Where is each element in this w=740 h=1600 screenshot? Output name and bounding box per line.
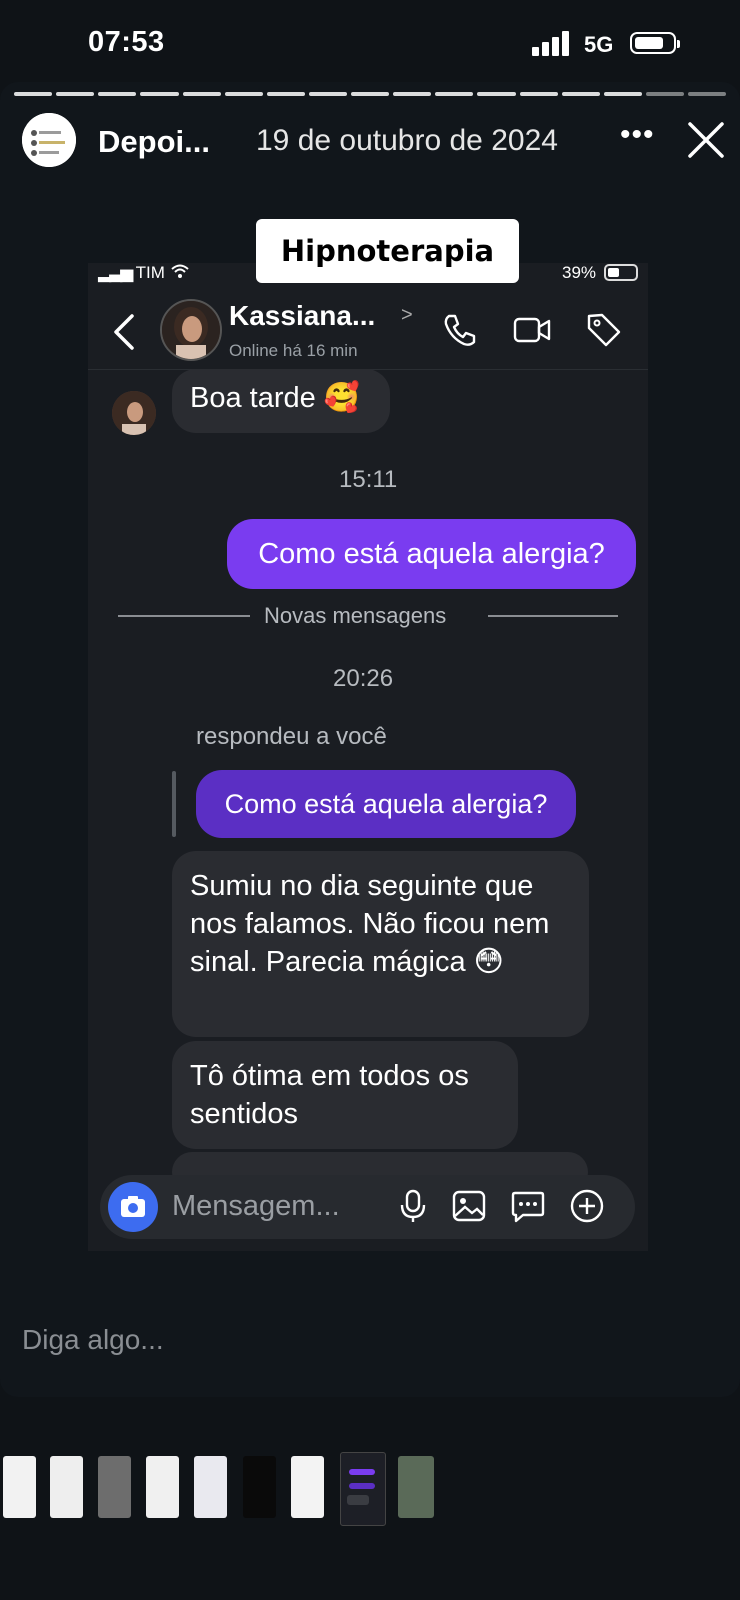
sender-avatar (112, 391, 156, 435)
signal-bars-icon: ▂▃▅ (98, 263, 133, 282)
divider-line (118, 615, 250, 617)
story-thumbnail[interactable] (98, 1456, 131, 1518)
story-author-avatar[interactable] (22, 113, 76, 167)
story-thumbnail[interactable] (398, 1456, 434, 1518)
story-reply-input[interactable]: Diga algo... (0, 1290, 740, 1397)
battery-icon (630, 32, 680, 54)
message-bubble-received: Boa tarde 🥰 (172, 369, 390, 433)
message-bubble-received: Tô ótima em todos os sentidos (172, 1041, 518, 1149)
story-date: 19 de outubro de 2024 (256, 124, 558, 157)
story-thumbnail-current[interactable] (340, 1452, 386, 1526)
message-bubble-received: Sumiu no dia seguinte que nos falamos. N… (172, 851, 589, 1037)
message-input-placeholder: Mensagem... (172, 1190, 340, 1222)
contact-online-status: Online há 16 min (229, 341, 358, 360)
wifi-icon (170, 263, 190, 282)
story-thumbnail[interactable] (146, 1456, 179, 1518)
tag-icon (584, 310, 624, 350)
story-thumbnail[interactable] (50, 1456, 83, 1518)
screenshot-battery-icon (604, 264, 638, 281)
camera-icon (108, 1182, 158, 1232)
new-messages-label: Novas mensagens (264, 603, 447, 628)
divider-line (488, 615, 618, 617)
phone-icon (440, 310, 480, 350)
reply-placeholder: Diga algo... (22, 1324, 164, 1355)
video-camera-icon (512, 310, 552, 350)
story-thumbnail[interactable] (243, 1456, 276, 1518)
sticker-chat-icon (509, 1187, 547, 1225)
plus-icon (568, 1187, 606, 1225)
more-options-icon[interactable]: ••• (620, 118, 655, 152)
status-time: 07:53 (88, 26, 165, 58)
reply-quote-bar (172, 771, 176, 837)
story-thumbnail[interactable] (194, 1456, 227, 1518)
microphone-icon (394, 1187, 432, 1225)
chevron-right-icon: > (401, 304, 413, 326)
timestamp: 20:26 (333, 665, 394, 692)
contact-avatar (160, 299, 222, 361)
story-progress-bar (14, 92, 727, 96)
quoted-message-bubble: Como está aquela alergia? (196, 770, 576, 838)
image-icon (450, 1187, 488, 1225)
replied-label: respondeu a você (196, 723, 387, 750)
screenshot-carrier: ▂▃▅ TIM (98, 263, 190, 283)
story-thumbnail[interactable] (3, 1456, 36, 1518)
story-author-name[interactable]: Depoi... (98, 124, 210, 160)
story-text-sticker: Hipnoterapia (256, 219, 519, 283)
screenshot-battery-percent: 39% (562, 263, 597, 282)
story-thumbnail[interactable] (291, 1456, 324, 1518)
contact-name: Kassiana... (229, 300, 376, 331)
close-icon[interactable] (686, 120, 726, 160)
cellular-signal-icon (532, 30, 572, 56)
message-bubble-sent: Como está aquela alergia? (227, 519, 636, 589)
back-arrow-icon (112, 312, 136, 352)
timestamp: 15:11 (339, 466, 398, 493)
network-type: 5G (584, 32, 614, 57)
story-thumbnails-strip (0, 1452, 740, 1528)
